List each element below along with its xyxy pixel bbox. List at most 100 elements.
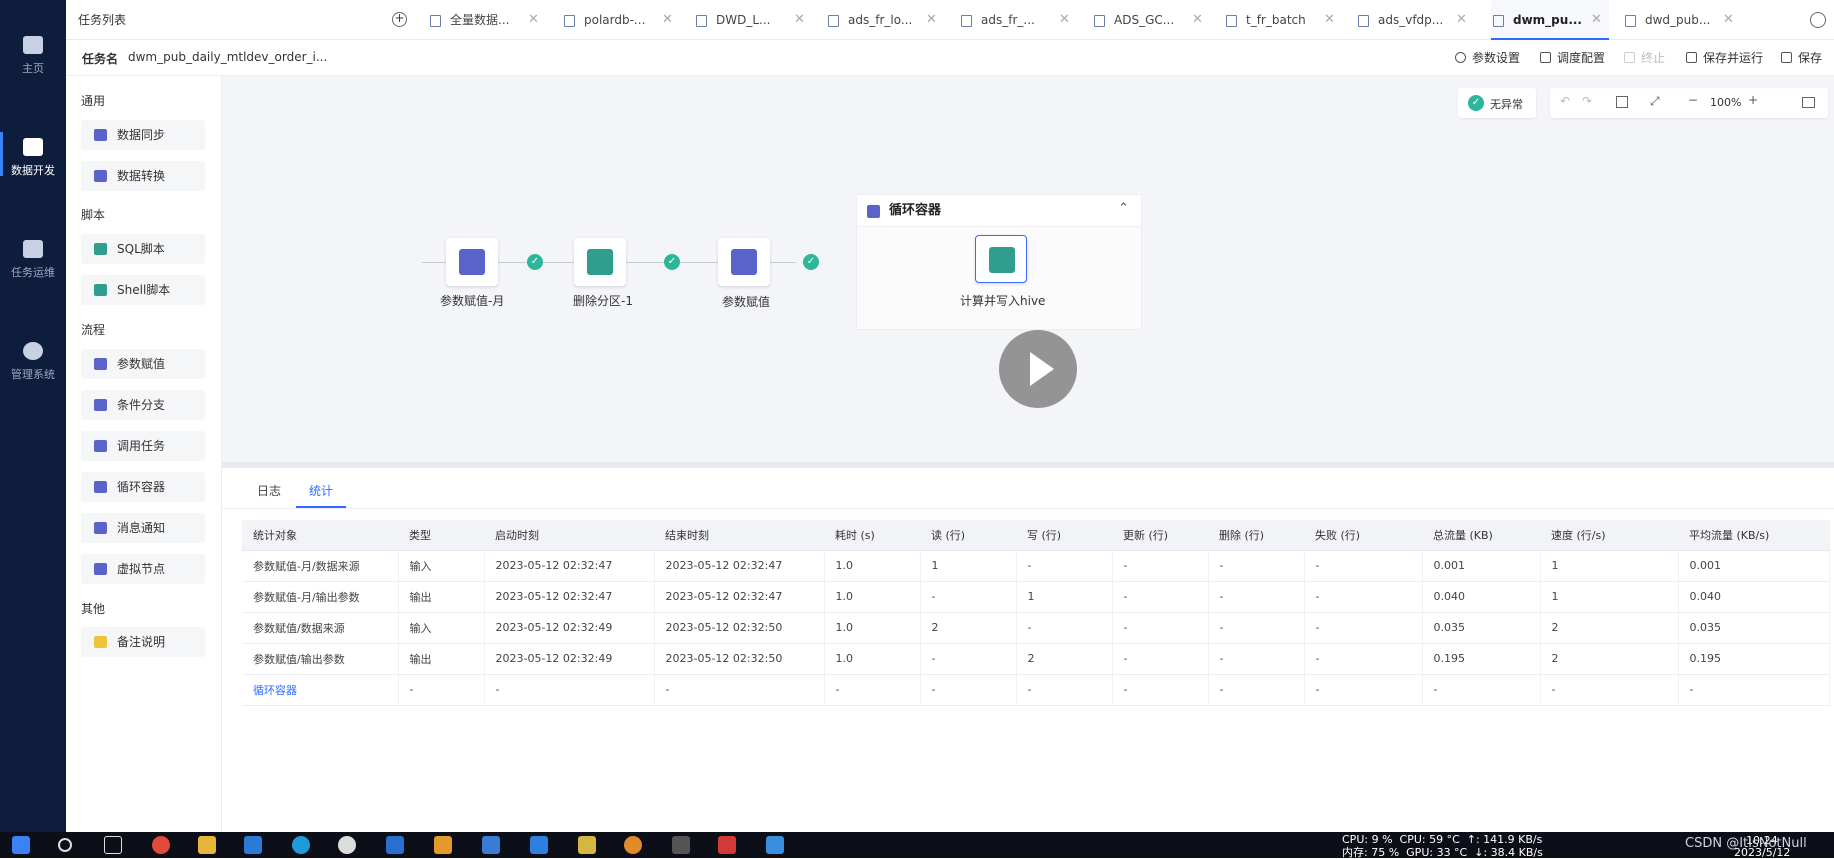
windows-start-icon[interactable] [12, 836, 30, 854]
palette-item-data-sync[interactable]: 数据同步 [81, 120, 205, 150]
table-cell: 参数赋值-月/数据来源 [242, 550, 399, 582]
close-icon[interactable]: ✕ [1059, 0, 1070, 40]
table-cell: - [1422, 674, 1541, 706]
app-icon[interactable] [672, 836, 690, 854]
video-play-button[interactable] [999, 330, 1077, 408]
flow-node-param-month[interactable] [446, 238, 498, 286]
flow-node-drop-partition[interactable] [574, 238, 626, 286]
palette-item-branch[interactable]: 条件分支 [81, 390, 205, 420]
tab-item[interactable]: ads_fr_... ✕ [959, 0, 1077, 40]
table-cell: 1 [920, 550, 1017, 582]
palette-item-data-transform[interactable]: 数据转换 [81, 161, 205, 191]
edge-icon[interactable] [292, 836, 310, 854]
zoom-out-icon[interactable]: − [1688, 93, 1698, 107]
column-header: 类型 [398, 520, 484, 551]
chrome-icon[interactable] [152, 836, 170, 854]
add-tab-icon[interactable]: + [392, 12, 407, 27]
column-header: 读 (行) [920, 520, 1016, 551]
close-icon[interactable]: ✕ [1456, 0, 1467, 40]
success-icon: ✓ [664, 254, 680, 270]
close-icon[interactable]: ✕ [926, 0, 937, 40]
app-icon[interactable] [578, 836, 596, 854]
palette-item-note[interactable]: 备注说明 [81, 627, 205, 657]
palette-item-param-assign[interactable]: 参数赋值 [81, 349, 205, 379]
table-row: 参数赋值/数据来源 输入 2023-05-12 02:32:49 2023-05-12… [242, 612, 1830, 644]
tab-item[interactable]: 全量数据... ✕ [428, 0, 546, 40]
save-icon [1781, 52, 1792, 63]
app-icon[interactable] [766, 836, 784, 854]
palette-item-notify[interactable]: 消息通知 [81, 513, 205, 543]
ie-icon[interactable] [244, 836, 262, 854]
tab-item[interactable]: dwd_pub... ✕ [1623, 0, 1741, 40]
nav-admin[interactable]: 管理系统 [0, 342, 66, 382]
palette-item-virtual-node[interactable]: 虚拟节点 [81, 554, 205, 584]
ops-icon [23, 240, 43, 258]
collapse-icon[interactable]: ⌃ [1118, 201, 1129, 216]
more-tabs-icon[interactable] [1810, 12, 1826, 28]
save-and-run-button[interactable]: 保存并运行 [1686, 49, 1763, 66]
close-icon[interactable]: ✕ [662, 0, 673, 40]
app-icon[interactable] [434, 836, 452, 854]
zoom-in-icon[interactable]: + [1748, 93, 1758, 107]
loop-container[interactable]: 循环容器 ⌃ 计算并写入hive [856, 194, 1142, 330]
close-icon[interactable]: ✕ [1192, 0, 1203, 40]
table-cell: 2023-05-12 02:32:50 [654, 643, 825, 675]
redo-icon[interactable]: ↷ [1582, 94, 1592, 108]
tab-item[interactable]: ADS_GC... ✕ [1092, 0, 1210, 40]
tab-item[interactable]: DWD_L... ✕ [694, 0, 812, 40]
nav-task-ops[interactable]: 任务运维 [0, 240, 66, 280]
save-button[interactable]: 保存 [1781, 49, 1822, 66]
app-icon[interactable] [338, 836, 356, 854]
undo-icon[interactable]: ↶ [1560, 94, 1570, 108]
param-settings-button[interactable]: 参数设置 [1455, 49, 1520, 66]
palette-item-shell-script[interactable]: Shell脚本 [81, 275, 205, 305]
flow-node-param[interactable] [718, 238, 770, 286]
tab-stats[interactable]: 统计 [309, 482, 333, 499]
minimap-icon[interactable] [1802, 97, 1815, 108]
gear-icon [1455, 52, 1466, 63]
task-view-icon[interactable] [104, 836, 122, 854]
close-icon[interactable]: ✕ [1591, 0, 1602, 40]
palette-item-sql-script[interactable]: SQL脚本 [81, 234, 205, 264]
search-icon[interactable] [58, 838, 72, 852]
close-icon[interactable]: ✕ [528, 0, 539, 40]
table-cell: 2 [1540, 612, 1679, 644]
tab-item[interactable]: dwm_pu... ✕ [1491, 0, 1609, 40]
app-icon[interactable] [482, 836, 500, 854]
app-icon[interactable] [386, 836, 404, 854]
palette-item-loop[interactable]: 循环容器 [81, 472, 205, 502]
close-icon[interactable]: ✕ [794, 0, 805, 40]
tab-item[interactable]: t_fr_batch ✕ [1224, 0, 1342, 40]
schedule-config-button[interactable]: 调度配置 [1540, 49, 1605, 66]
app-icon[interactable] [530, 836, 548, 854]
table-row: 循环容器 - - - - - - - - - - - - [242, 674, 1830, 706]
bottom-panel: 日志 统计 统计对象 类型 启动时刻 结束时刻 耗时 (s) 读 (行) 写 (行) 更新 (… [222, 468, 1834, 832]
close-icon[interactable]: ✕ [1324, 0, 1335, 40]
stop-button[interactable]: 终止 [1624, 49, 1665, 66]
close-icon[interactable]: ✕ [1723, 0, 1734, 40]
column-header: 总流量 (KB) [1422, 520, 1540, 551]
flow-node-compute-hive[interactable] [975, 235, 1027, 283]
node-label: 计算并写入hive [960, 294, 1046, 308]
gear-icon [23, 342, 43, 360]
loop-container-link[interactable]: 循环容器 [242, 674, 399, 706]
fit-view-icon[interactable] [1616, 96, 1628, 108]
table-cell: 1 [1016, 581, 1113, 613]
tab-item[interactable]: ads_fr_lo... ✕ [826, 0, 944, 40]
tab-log[interactable]: 日志 [257, 482, 281, 499]
palette-item-call-task[interactable]: 调用任务 [81, 431, 205, 461]
palette-group-general: 通用 [81, 94, 106, 108]
layout-icon[interactable]: ⤢ [1650, 94, 1660, 109]
table-cell: 1 [1540, 581, 1679, 613]
tab-bar: 任务列表 + 全量数据... ✕ polardb-... ✕ DWD_L... ✕ ads_… [66, 0, 1834, 40]
palette-group-script: 脚本 [81, 208, 106, 222]
nav-home[interactable]: 主页 [0, 36, 66, 76]
tab-item[interactable]: polardb-... ✕ [562, 0, 680, 40]
nav-data-dev[interactable]: 数据开发 [0, 132, 66, 178]
file-icon [961, 14, 972, 27]
tab-item[interactable]: ads_vfdp... ✕ [1356, 0, 1474, 40]
app-icon[interactable] [718, 836, 736, 854]
data-sync-icon [94, 129, 107, 141]
app-icon[interactable] [624, 836, 642, 854]
folder-icon[interactable] [198, 836, 216, 854]
